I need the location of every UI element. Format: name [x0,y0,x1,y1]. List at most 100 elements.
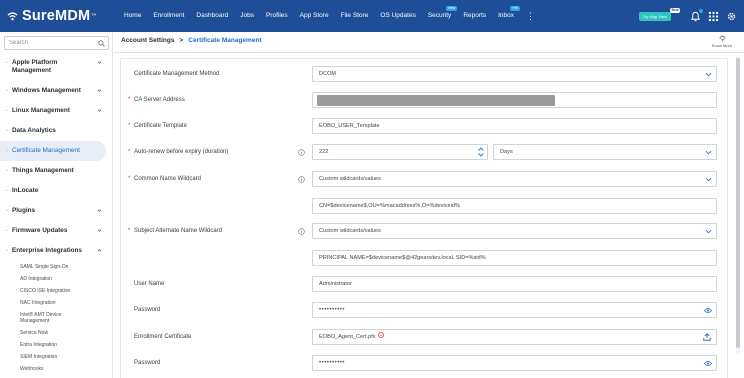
method-select[interactable]: DCOM [312,66,717,82]
upload-icon [703,333,711,341]
label-cn-wildcard: Common Name Wildcard [134,176,202,182]
auto-renew-number-input[interactable]: 222 [312,144,488,160]
search-icon[interactable] [98,40,105,47]
chevron-down-icon [97,89,102,92]
sidebar-item-label: Things Management [12,167,74,174]
nav-jobs[interactable]: Jobs [234,0,260,32]
bell-icon[interactable] [690,8,703,22]
label-password: Password [134,307,161,313]
sidebar-item-label: Apple Platform Management [11,59,58,74]
upload-button[interactable] [698,330,716,344]
cn-custom-value: CN=$devicename$,OU=%macaddress%,O=%devic… [319,203,460,209]
wifi-logo-icon [7,11,18,20]
nav-home[interactable]: Home [118,0,147,32]
more-vert-icon[interactable]: ⋮ [526,0,535,32]
scrollbar-thumb[interactable] [736,58,740,348]
sidebar-item-apple[interactable]: · Apple Platform Management [0,53,112,81]
auto-renew-unit-select[interactable]: Days [493,144,717,160]
know-more-button[interactable]: Know More [706,35,738,48]
sidebar-subitem-webhooks[interactable]: Webhooks [0,363,112,375]
apps-grid-icon[interactable] [708,11,719,22]
enrollment-cert-input[interactable]: EOBO_Agent_Cert.pfx [312,329,717,345]
san-wildcard-select[interactable]: Custom wildcards/values [312,223,717,239]
new-badge: New [446,6,458,11]
ca-server-input[interactable] [312,92,717,108]
sidebar-subitem-entra[interactable]: Entra Integration [0,339,112,351]
sidebar-subitem-cisco-ise[interactable]: CISCO ISE Integration [0,285,112,297]
required-asterisk: * [128,123,131,129]
auto-renew-unit: Days [500,149,513,155]
sidebar-subitem-siem[interactable]: SIEM Integration [0,351,112,363]
sidebar-item-label: Plugins [12,207,36,214]
nav-os-updates[interactable]: OS Updates [374,0,421,32]
sidebar-subitem-nac[interactable]: NAC Integration [0,297,112,309]
sidebar-search-input[interactable] [9,40,97,46]
cert-password-value: •••••••••• [319,360,346,366]
nav-security-label: Security [427,12,452,19]
san-custom-input[interactable]: PRINCIPAL NAME=$devicename$@42gearsdev.l… [312,250,717,266]
stepper-arrows-icon[interactable] [477,146,485,158]
breadcrumb-parent[interactable]: Account Settings [121,37,174,44]
nav-inbox[interactable]: Inbox +99 [492,0,520,32]
sidebar-subitem-service-now[interactable]: Service Now [0,327,112,339]
settings-gear-icon[interactable] [726,11,737,22]
sidebar-subitem-ad[interactable]: AD Integration [0,273,112,285]
sidebar-subitem-saml[interactable]: SAML Single Sign-On [0,261,112,273]
required-asterisk: * [128,149,131,155]
username-value: Administrator [319,281,352,287]
chevron-down-icon [97,209,102,212]
label-username: User Name [134,281,165,287]
chevron-down-icon [705,177,712,182]
sidebar-subitem-intel-amt[interactable]: Intel® AMT Device Management [0,309,112,327]
nav-dashboard[interactable]: Dashboard [190,0,234,32]
nav-enrollment[interactable]: Enrollment [147,0,190,32]
nav-reports[interactable]: Reports [457,0,492,32]
sidebar-item-label: InLocate [12,187,39,194]
beta-badge: Beta [670,7,680,13]
eye-icon[interactable] [704,360,712,367]
nav-profiles[interactable]: Profiles [260,0,294,32]
vertical-scrollbar[interactable] [736,55,740,355]
nav-security[interactable]: Security New [422,0,458,32]
template-input[interactable]: EOBO_USER_Template [312,118,717,134]
sidebar-item-inlocate[interactable]: · InLocate [0,181,112,201]
info-icon[interactable] [298,149,305,156]
sidebar-item-data-analytics[interactable]: · Data Analytics [0,121,112,141]
sidebar-item-enterprise-integrations[interactable]: · Enterprise Integrations [0,241,112,261]
lightbulb-icon [718,35,726,42]
suremdm-logo[interactable]: SureMDM ™ [0,8,118,24]
sidebar-item-certificate-management[interactable]: · Certificate Management [0,141,106,161]
sidebar-item-linux[interactable]: · Linux Management [0,101,112,121]
sidebar-item-windows[interactable]: · Windows Management [0,81,112,101]
label-template: Certificate Template [134,123,187,129]
label-ca-server: CA Server Address [134,97,185,103]
template-value: EOBO_USER_Template [319,123,380,129]
sidebar-search [4,36,109,50]
sidebar-item-things[interactable]: · Things Management [0,161,112,181]
cn-custom-input[interactable]: CN=$devicename$,OU=%macaddress%,O=%devic… [312,198,717,214]
sidebar-item-plugins[interactable]: · Plugins [0,201,112,221]
cert-password-input[interactable]: •••••••••• [312,355,717,371]
error-circle-icon [377,331,384,338]
nav-file-store[interactable]: File Store [335,0,375,32]
breadcrumb-current: Certificate Management [188,37,262,44]
top-right-tools: Try Map View Beta [638,0,737,32]
sidebar-item-label: Data Analytics [12,127,56,134]
info-icon[interactable] [298,176,305,183]
nav-app-store[interactable]: App Store [294,0,335,32]
redacted-value [317,95,555,106]
try-map-view-button[interactable]: Try Map View Beta [638,7,680,21]
sidebar-item-firmware[interactable]: · Firmware Updates [0,221,112,241]
chevron-down-icon [705,229,712,234]
chevron-down-icon [705,150,712,155]
required-asterisk: * [128,97,131,103]
nav-inbox-label: Inbox [498,12,514,19]
sidebar-item-label: Enterprise Integrations [12,247,82,254]
eye-icon[interactable] [704,307,712,314]
password-input[interactable]: •••••••••• [312,302,717,318]
username-input[interactable]: Administrator [312,276,717,292]
label-cert-password: Password [134,360,161,366]
info-icon[interactable] [298,228,305,235]
cn-wildcard-select[interactable]: Custom wildcards/values [312,171,717,187]
method-value: DCOM [319,71,337,77]
